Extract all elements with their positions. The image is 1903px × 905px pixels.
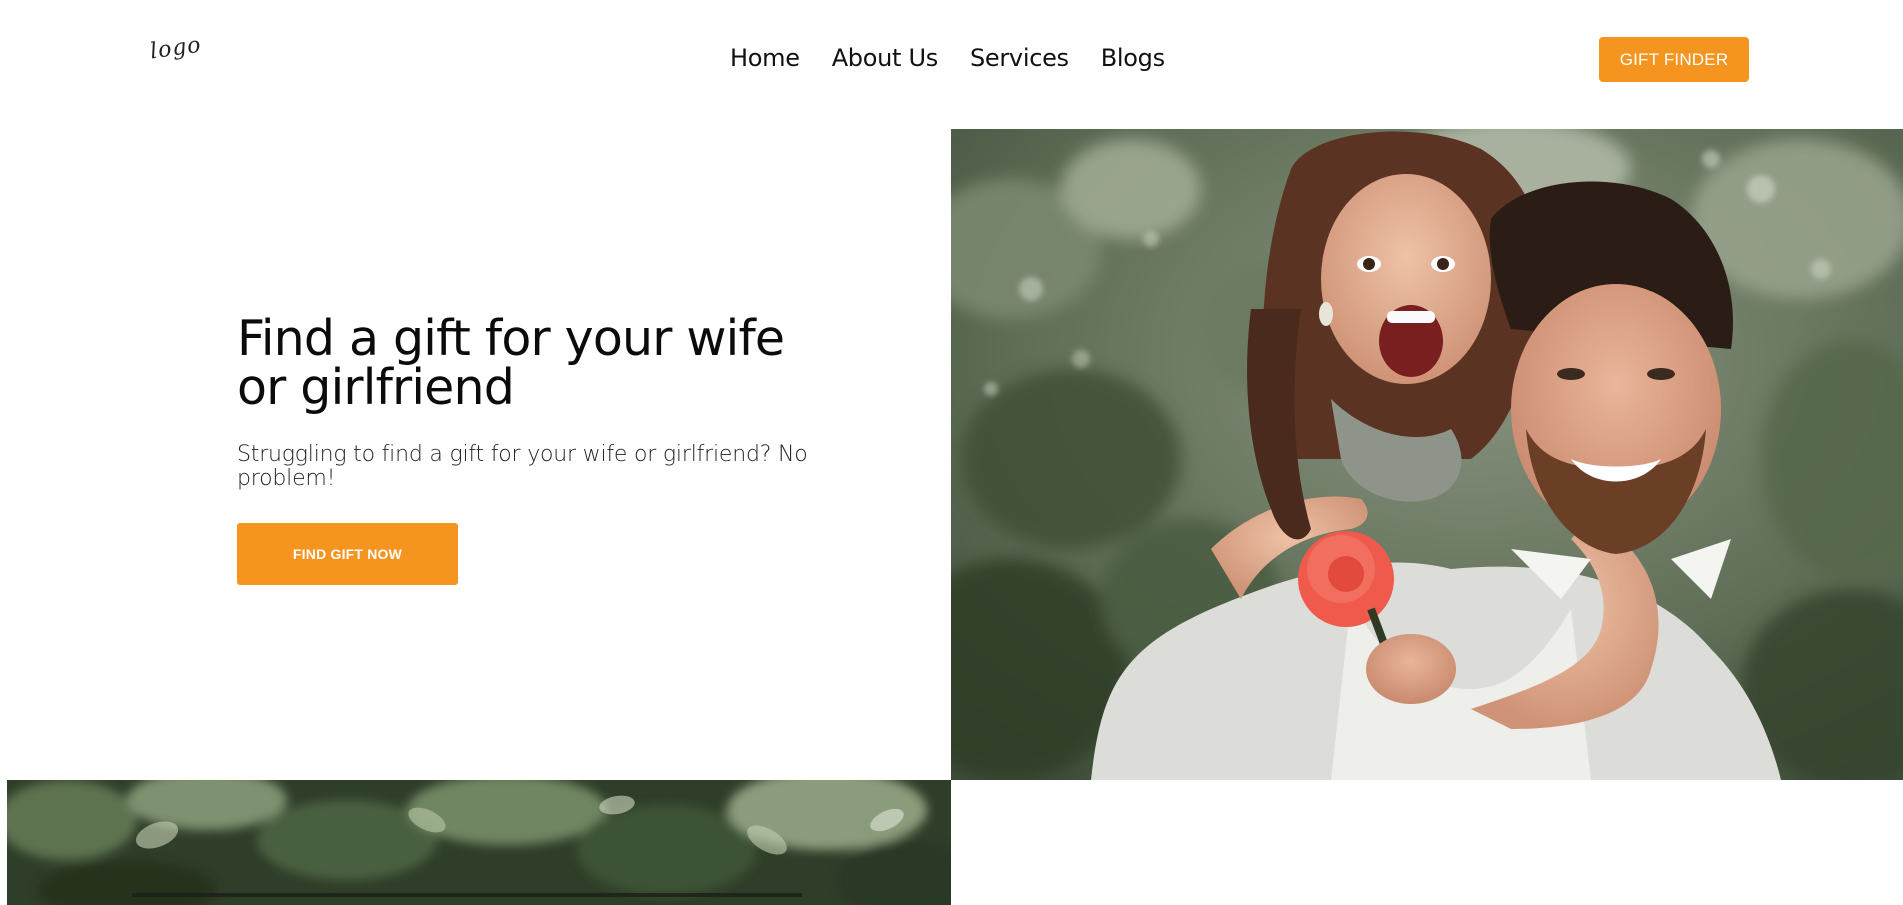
nav-link-services[interactable]: Services bbox=[970, 44, 1069, 72]
site-header: logo Home About Us Services Blogs GIFT F… bbox=[0, 0, 1903, 128]
section-photo-foliage bbox=[7, 780, 951, 905]
find-gift-now-button[interactable]: FIND GIFT NOW bbox=[237, 523, 458, 585]
site-logo[interactable]: logo bbox=[149, 33, 204, 65]
hero-photo-couple bbox=[951, 129, 1903, 780]
nav-link-about-us[interactable]: About Us bbox=[832, 44, 939, 72]
couple-illustration bbox=[951, 129, 1903, 780]
nav-link-blogs[interactable]: Blogs bbox=[1101, 44, 1165, 72]
foliage-illustration bbox=[7, 780, 951, 905]
hero-subtitle: Struggling to find a gift for your wife … bbox=[237, 442, 808, 491]
gift-finder-button[interactable]: GIFT FINDER bbox=[1599, 37, 1749, 82]
nav-link-home[interactable]: Home bbox=[730, 44, 800, 72]
hero-title: Find a gift for your wife or girlfriend bbox=[237, 310, 785, 416]
main-nav: Home About Us Services Blogs bbox=[730, 44, 1165, 72]
